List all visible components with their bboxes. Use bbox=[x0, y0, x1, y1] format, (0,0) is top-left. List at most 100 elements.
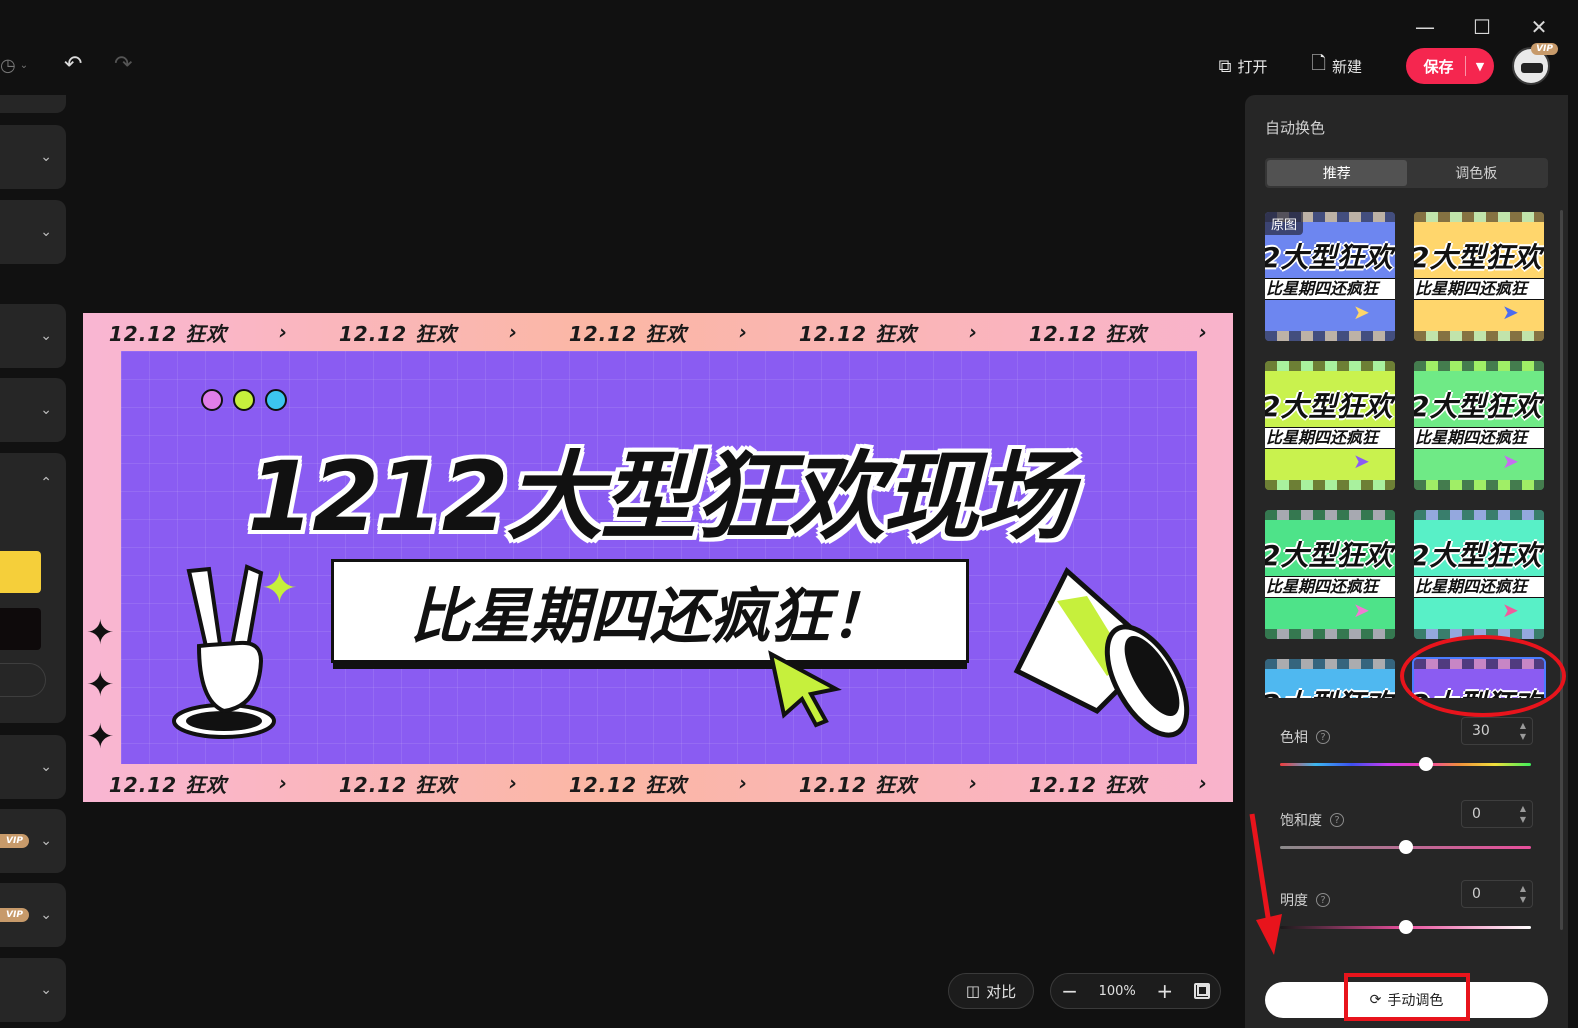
strip-text: 12.12 狂欢 bbox=[798, 321, 918, 346]
chevron-up-icon[interactable]: ⌃ bbox=[40, 475, 52, 491]
chevron-down-icon: ⌄ bbox=[40, 149, 52, 165]
open-button[interactable]: ⧉ 打开 bbox=[1219, 56, 1268, 77]
minimize-icon[interactable]: — bbox=[1410, 12, 1440, 42]
stepper-icon[interactable]: ▲ ▼ bbox=[1520, 720, 1526, 742]
strip-text: 12.12 狂欢 bbox=[568, 772, 688, 797]
thumbnail-subtitle: 比星期四还疯狂 bbox=[1265, 278, 1395, 300]
thumbnail-headline: 2大型狂欢 bbox=[1265, 539, 1393, 572]
stepper-icon[interactable]: ▲ ▼ bbox=[1520, 803, 1526, 825]
color-scheme-thumbnail[interactable]: 2大型狂欢比星期四还疯狂➤ bbox=[1265, 659, 1395, 698]
avatar[interactable]: VIP bbox=[1512, 43, 1558, 85]
left-panel-5[interactable]: ⌄ bbox=[0, 735, 66, 799]
help-icon[interactable]: ? bbox=[1316, 893, 1330, 907]
left-panel-input[interactable] bbox=[0, 663, 46, 697]
undo-icon[interactable]: ↶ bbox=[64, 52, 82, 77]
hue-input[interactable]: 30 ▲ ▼ bbox=[1461, 717, 1533, 745]
compare-button[interactable]: ◫ 对比 bbox=[948, 973, 1034, 1009]
brightness-slider-knob[interactable] bbox=[1398, 920, 1413, 934]
thumbnail-subtitle: 比星期四还疯狂 bbox=[1414, 576, 1544, 598]
zoom-in-icon[interactable]: + bbox=[1156, 979, 1173, 1003]
chevron-down-icon[interactable]: ▼ bbox=[1466, 60, 1494, 73]
brightness-control: 明度? 0 ▲ ▼ bbox=[1280, 880, 1533, 934]
left-panel-0 bbox=[0, 95, 66, 113]
banner-headline: 1212大型狂欢现场 bbox=[247, 441, 1072, 553]
color-swatch-black[interactable] bbox=[0, 608, 41, 650]
color-scheme-thumbnail[interactable]: 2大型狂欢比星期四还疯狂➤ bbox=[1414, 212, 1544, 341]
vip-badge: VIP bbox=[0, 908, 29, 922]
maximize-icon[interactable]: ☐ bbox=[1467, 12, 1497, 42]
color-scheme-thumbnail[interactable]: 2大型狂欢比星期四还疯狂➤ bbox=[1414, 361, 1544, 490]
stepper-icon[interactable]: ▲ ▼ bbox=[1520, 883, 1526, 905]
chevron-down-icon: ⌄ bbox=[40, 328, 52, 344]
vip-badge: VIP bbox=[0, 834, 29, 848]
panel-title: 自动换色 bbox=[1265, 119, 1326, 137]
sparkle-icon: ✦ bbox=[261, 563, 298, 614]
window-dots bbox=[201, 389, 287, 411]
hue-control: 色相? 30 ▲ ▼ bbox=[1280, 717, 1533, 771]
compare-label: 对比 bbox=[986, 982, 1017, 1001]
color-swatch-yellow[interactable] bbox=[0, 551, 41, 593]
chevron-down-icon: ⌄ bbox=[40, 759, 52, 775]
sparkle-icon: ✦ bbox=[86, 613, 115, 653]
hue-slider-knob[interactable] bbox=[1418, 757, 1433, 771]
banner-inner: 1212大型狂欢现场 比星期四还疯狂！ ✦ bbox=[121, 351, 1197, 764]
thumbnail-headline: 2大型狂欢 bbox=[1265, 683, 1392, 698]
top-strip: 12.12 狂欢 › 12.12 狂欢 › 12.12 狂欢 › 12.12 狂欢 › … bbox=[83, 313, 1233, 351]
color-scheme-thumbnail[interactable]: 2大型狂欢比星期四还疯狂➤ bbox=[1265, 361, 1395, 490]
new-file-icon: 🗋 bbox=[1311, 53, 1326, 74]
open-label: 打开 bbox=[1237, 57, 1268, 76]
chevron-down-icon: ⌄ bbox=[40, 833, 52, 849]
left-panel-3[interactable]: ⌄ bbox=[0, 304, 66, 368]
thumbnail-subtitle: 比星期四还疯狂 bbox=[1414, 278, 1544, 300]
color-scheme-thumbnail[interactable]: 2大型狂欢比星期四还疯狂➤ bbox=[1414, 510, 1544, 639]
left-panel-expanded: ⌃ bbox=[0, 453, 66, 723]
original-tag: 原图 bbox=[1265, 212, 1304, 235]
banner-subtitle-box: 比星期四还疯狂！ bbox=[331, 559, 969, 663]
left-panel-4[interactable]: ⌄ bbox=[0, 378, 66, 442]
color-scheme-thumbnail[interactable]: 2大型狂欢 比星期四还疯狂 ➤ 原图 bbox=[1265, 212, 1395, 341]
left-panel-6[interactable]: VIP ⌄ bbox=[0, 809, 66, 873]
left-panel-7[interactable]: VIP ⌄ bbox=[0, 883, 66, 947]
left-panel-1[interactable]: ⌄ bbox=[0, 125, 66, 189]
cursor-arrow-icon: ➤ bbox=[1353, 300, 1370, 324]
close-icon[interactable]: ✕ bbox=[1524, 12, 1554, 42]
save-button[interactable]: 保存 ▼ bbox=[1406, 48, 1494, 84]
left-panel-8[interactable]: ⌄ bbox=[0, 958, 66, 1022]
open-image-icon: ⧉ bbox=[1218, 55, 1232, 77]
thumbnail-headline: 2大型狂欢 bbox=[1414, 390, 1542, 423]
auto-recolor-panel: 自动换色 推荐 调色板 2大型狂欢 比星期四还疯狂 ➤ 原图 2大型狂欢 比星期四还疯狂 ➤… bbox=[1245, 95, 1568, 1028]
brightness-input[interactable]: 0 ▲ ▼ bbox=[1461, 880, 1533, 908]
help-icon[interactable]: ? bbox=[1316, 730, 1330, 744]
banner-subtitle: 比星期四还疯狂！ bbox=[410, 581, 890, 652]
top-right-toolbar: ⧉ 打开 🗋 新建 保存 ▼ VIP bbox=[1219, 43, 1578, 86]
cursor-arrow-icon: ➤ bbox=[1353, 598, 1370, 622]
saturation-input[interactable]: 0 ▲ ▼ bbox=[1461, 800, 1533, 828]
fit-screen-icon[interactable] bbox=[1193, 983, 1210, 999]
left-panel-2[interactable]: ⌄ bbox=[0, 200, 66, 264]
zoom-out-icon[interactable]: − bbox=[1061, 979, 1078, 1003]
design-canvas[interactable]: 12.12 狂欢 › 12.12 狂欢 › 12.12 狂欢 › 12.12 狂欢 › … bbox=[83, 313, 1233, 802]
saturation-slider-knob[interactable] bbox=[1398, 840, 1413, 854]
annotation-ellipse bbox=[1400, 635, 1566, 717]
thumbnail-headline: 2大型狂欢 bbox=[1414, 539, 1542, 572]
tab-recommended[interactable]: 推荐 bbox=[1267, 160, 1407, 186]
strip-text: 12.12 狂欢 bbox=[108, 772, 228, 797]
history-icon[interactable]: ◷ ⌄ bbox=[0, 51, 34, 79]
color-scheme-thumbnail[interactable]: 2大型狂欢比星期四还疯狂➤ bbox=[1265, 510, 1395, 639]
new-button[interactable]: 🗋 新建 bbox=[1312, 51, 1363, 81]
panel-tabs: 推荐 调色板 bbox=[1265, 158, 1548, 188]
help-icon[interactable]: ? bbox=[1330, 813, 1344, 827]
strip-text: 12.12 狂欢 bbox=[1028, 772, 1148, 797]
history-toolbar: ◷ ⌄ bbox=[0, 50, 34, 80]
bottom-strip: 12.12 狂欢 › 12.12 狂欢 › 12.12 狂欢 › 12.12 狂欢 › … bbox=[83, 764, 1233, 802]
strip-text: 12.12 狂欢 bbox=[568, 321, 688, 346]
saturation-label: 饱和度 bbox=[1280, 813, 1322, 829]
strip-text: 12.12 狂欢 bbox=[798, 772, 918, 797]
annotation-arrow-icon bbox=[1249, 813, 1282, 955]
tab-palette[interactable]: 调色板 bbox=[1407, 160, 1547, 186]
panel-scrollbar[interactable] bbox=[1560, 210, 1563, 930]
hue-slider-track[interactable] bbox=[1280, 763, 1531, 766]
chevron-down-icon: ⌄ bbox=[40, 402, 52, 418]
redo-icon[interactable]: ↷ bbox=[114, 52, 132, 77]
thumbnail-subtitle: 比星期四还疯狂 bbox=[1265, 576, 1395, 598]
